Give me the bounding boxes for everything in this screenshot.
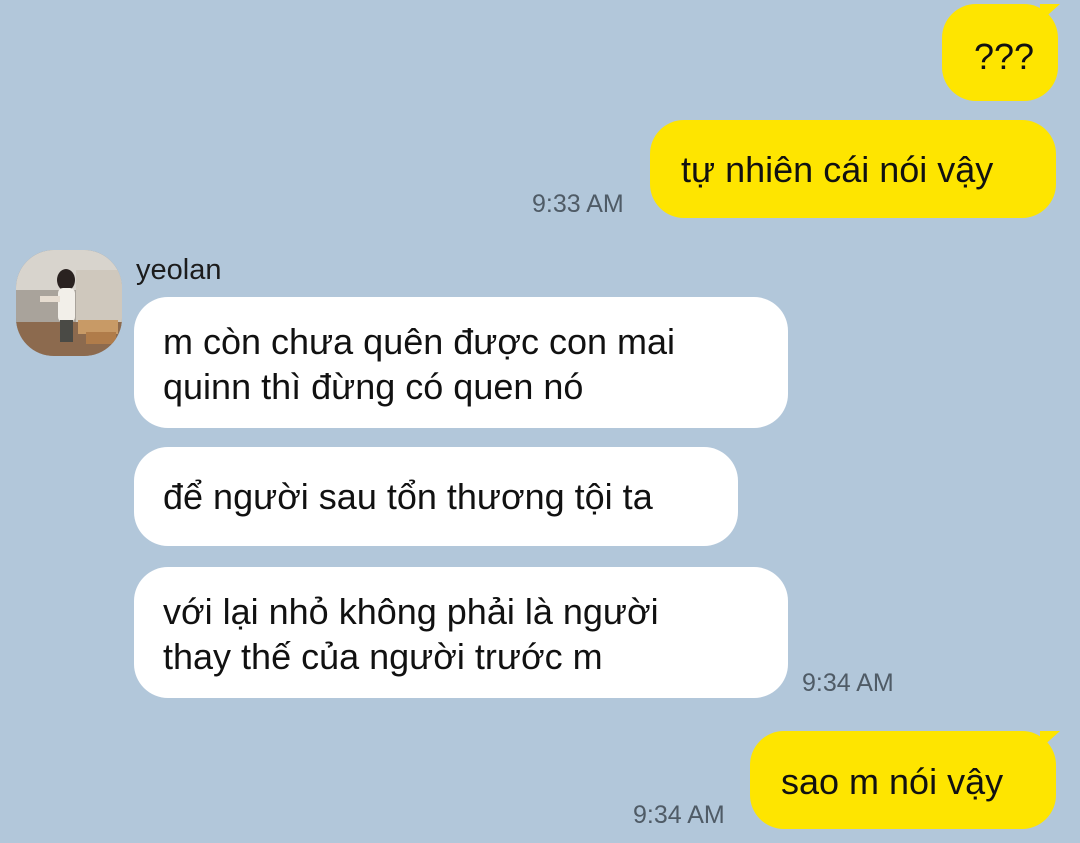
incoming-message-bubble[interactable]: với lại nhỏ không phải là người thay thế… (134, 567, 788, 698)
message-text-line: m còn chưa quên được con mai (163, 321, 676, 362)
outgoing-message-bubble[interactable]: sao m nói vậy (750, 731, 1056, 829)
avatar-photo (16, 250, 122, 356)
message-text-line: thay thế của người trước m (163, 636, 603, 677)
sender-avatar[interactable] (16, 250, 122, 356)
sender-name: yeolan (136, 254, 222, 286)
message-timestamp: 9:34 AM (802, 669, 894, 697)
incoming-message-bubble[interactable]: m còn chưa quên được con mai quinn thì đ… (134, 297, 788, 428)
message-text: ??? (974, 36, 1035, 77)
message-text: để người sau tổn thương tội ta (163, 476, 653, 517)
message-timestamp: 9:33 AM (532, 190, 624, 218)
chat-screen: { "messages": { "out1": "???", "out2": "… (0, 0, 1080, 843)
outgoing-message-bubble[interactable]: ??? (942, 4, 1058, 101)
outgoing-message-bubble[interactable]: tự nhiên cái nói vậy (650, 120, 1056, 218)
message-text-line: quinn thì đừng có quen nó (163, 366, 584, 407)
incoming-message-bubble[interactable]: để người sau tổn thương tội ta (134, 447, 738, 546)
message-text: sao m nói vậy (781, 761, 1004, 802)
message-text: tự nhiên cái nói vậy (681, 149, 994, 190)
message-timestamp: 9:34 AM (633, 801, 725, 829)
message-text-line: với lại nhỏ không phải là người (163, 591, 659, 632)
